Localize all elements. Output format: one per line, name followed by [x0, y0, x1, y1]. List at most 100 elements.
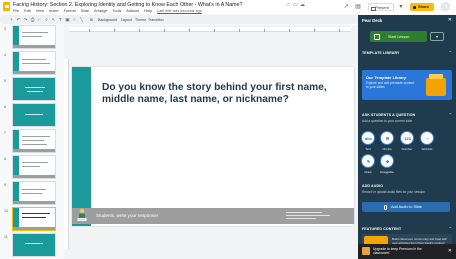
slide-number: 5	[4, 79, 6, 83]
slide-number: 10	[4, 209, 8, 213]
theme-button[interactable]: Theme	[135, 18, 146, 22]
background-button[interactable]: Background	[98, 18, 117, 22]
paint-format-icon[interactable]: ⌐	[36, 17, 43, 22]
footer-prompt[interactable]: Students, write your response!	[96, 213, 158, 218]
layout-button[interactable]: Layout	[121, 18, 132, 22]
slide-canvas[interactable]: Do you know the story behind your first …	[72, 67, 354, 226]
undo-icon[interactable]: ↶	[15, 17, 22, 23]
upgrade-banner[interactable]: Upgrade to keep Premium in the classroom…	[358, 244, 456, 259]
activity-icon[interactable]: ↗	[342, 3, 350, 11]
add-audio-button[interactable]: Add Audio to Slide	[362, 202, 450, 212]
slide-number: 3	[4, 27, 6, 31]
filmstrip-slide[interactable]: 3	[0, 25, 64, 50]
filmstrip: 3 4 5 6 7 8 9 10 11	[0, 25, 64, 259]
present-button[interactable]: Present	[368, 3, 394, 11]
horizontal-ruler[interactable]	[69, 27, 351, 32]
add-audio-heading[interactable]: ADD AUDIO	[362, 184, 383, 188]
start-lesson-button[interactable]: Start Lesson	[370, 31, 427, 42]
filmstrip-slide[interactable]: 9	[0, 181, 64, 206]
move-folder-icon[interactable]: ▭	[293, 2, 298, 8]
print-icon[interactable]: ⎙	[29, 17, 36, 22]
menu-arrange[interactable]: Arrange	[94, 9, 108, 13]
line-icon[interactable]: ╲	[78, 17, 85, 23]
menu-edit[interactable]: Edit	[24, 9, 31, 13]
chevron-up-icon[interactable]: ⌃	[449, 226, 452, 231]
choice-question-button[interactable]: ☰	[380, 131, 394, 145]
chevron-up-icon[interactable]: ⌃	[449, 50, 452, 55]
website-label: Website	[421, 147, 433, 151]
filmstrip-slide[interactable]: 5	[0, 77, 64, 102]
slide-thumbnail[interactable]	[12, 51, 56, 75]
website-question-icon: ⋯	[425, 135, 430, 141]
template-library-card[interactable]: Our Template Library Explore and add pre…	[362, 70, 452, 100]
number-question-button[interactable]: 123	[400, 131, 414, 145]
slide-number: 8	[4, 157, 6, 161]
shape-icon[interactable]: ○	[71, 17, 78, 22]
lesson-options-button[interactable]: ▾	[430, 32, 444, 41]
slide-thumbnail[interactable]	[12, 181, 56, 205]
zoom-icon[interactable]: ⌕	[43, 17, 50, 22]
template-library-heading[interactable]: TEMPLATE LIBRARY	[362, 51, 400, 55]
slide-heading[interactable]: Do you know the story behind your first …	[102, 82, 347, 106]
chevron-up-icon[interactable]: ⌃	[449, 112, 452, 117]
filmstrip-slide[interactable]: 8	[0, 155, 64, 180]
menu-tools[interactable]: Tools	[113, 9, 122, 13]
slide-thumbnail[interactable]	[12, 103, 56, 127]
menu-insert[interactable]: Insert	[49, 9, 59, 13]
slide-thumbnail[interactable]	[12, 25, 56, 49]
number-question-icon: 123	[404, 135, 411, 141]
template-box-icon	[426, 74, 446, 96]
draw-question-button[interactable]: ✎	[361, 154, 375, 168]
menu-view[interactable]: View	[36, 9, 44, 13]
menu-slide[interactable]: Slide	[81, 9, 89, 13]
slide-editor: Do you know the story behind your first …	[64, 25, 358, 259]
slide-number: 7	[4, 131, 6, 135]
ask-question-heading[interactable]: ASK STUDENTS A QUESTION	[362, 113, 415, 117]
vertical-ruler[interactable]	[64, 59, 69, 249]
last-edit-link[interactable]: Last edit was seconds ago	[157, 9, 202, 13]
slide-thumbnail[interactable]	[12, 233, 56, 257]
slides-logo-icon[interactable]	[3, 2, 10, 11]
draw-label: Draw	[364, 170, 372, 174]
redo-icon[interactable]: ↷	[22, 17, 29, 23]
close-icon[interactable]: ✕	[448, 17, 452, 23]
slide-thumbnail[interactable]	[12, 155, 56, 179]
slide-thumbnail[interactable]	[12, 129, 56, 153]
slide-number: 4	[4, 53, 6, 57]
menu-help[interactable]: Help	[144, 9, 152, 13]
draggable-question-button[interactable]: ✥	[380, 154, 394, 168]
select-icon[interactable]: ↖	[50, 17, 57, 23]
filmstrip-slide-selected[interactable]: 10	[0, 207, 64, 232]
slide-thumbnail[interactable]	[12, 77, 56, 101]
present-dropdown-icon[interactable]: ▾	[397, 3, 405, 11]
featured-content-heading[interactable]: FEATURED CONTENT	[362, 227, 401, 231]
gift-icon	[362, 247, 370, 255]
document-title[interactable]: Facing History: Section 2. Exploring Ide…	[13, 2, 242, 8]
cloud-status-icon[interactable]: ☁	[300, 2, 305, 8]
tb-comment-icon[interactable]: ⊞	[90, 18, 93, 22]
close-icon[interactable]: ✕	[448, 248, 452, 254]
filmstrip-slide[interactable]: 11	[0, 233, 64, 258]
text-question-button[interactable]: abc	[361, 131, 375, 145]
add-audio-desc: Record or upload audio files for your se…	[362, 190, 426, 194]
filmstrip-slide[interactable]: 7	[0, 129, 64, 154]
website-question-button[interactable]: ⋯	[420, 131, 434, 145]
filmstrip-slide[interactable]: 6	[0, 103, 64, 128]
menu-addons[interactable]: Addons	[126, 9, 139, 13]
transition-button[interactable]: Transition	[148, 18, 164, 22]
pear-deck-header: Pear Deck ✕	[358, 15, 456, 26]
comments-icon[interactable]: ▤	[354, 3, 362, 11]
slide-thumbnail[interactable]	[12, 207, 56, 231]
avatar[interactable]	[441, 2, 450, 11]
menu-format[interactable]: Format	[64, 9, 76, 13]
text-box-icon[interactable]: T	[57, 17, 64, 22]
star-icon[interactable]: ☆	[286, 2, 290, 8]
text-label: Text	[365, 147, 371, 151]
image-icon[interactable]: ▣	[64, 17, 71, 23]
share-button[interactable]: Share	[410, 3, 434, 11]
choice-question-icon: ☰	[385, 135, 390, 141]
new-slide-icon[interactable]: +	[8, 17, 15, 22]
filmstrip-slide[interactable]: 4	[0, 51, 64, 76]
pear-deck-title: Pear Deck	[362, 18, 383, 23]
menu-file[interactable]: File	[13, 9, 19, 13]
